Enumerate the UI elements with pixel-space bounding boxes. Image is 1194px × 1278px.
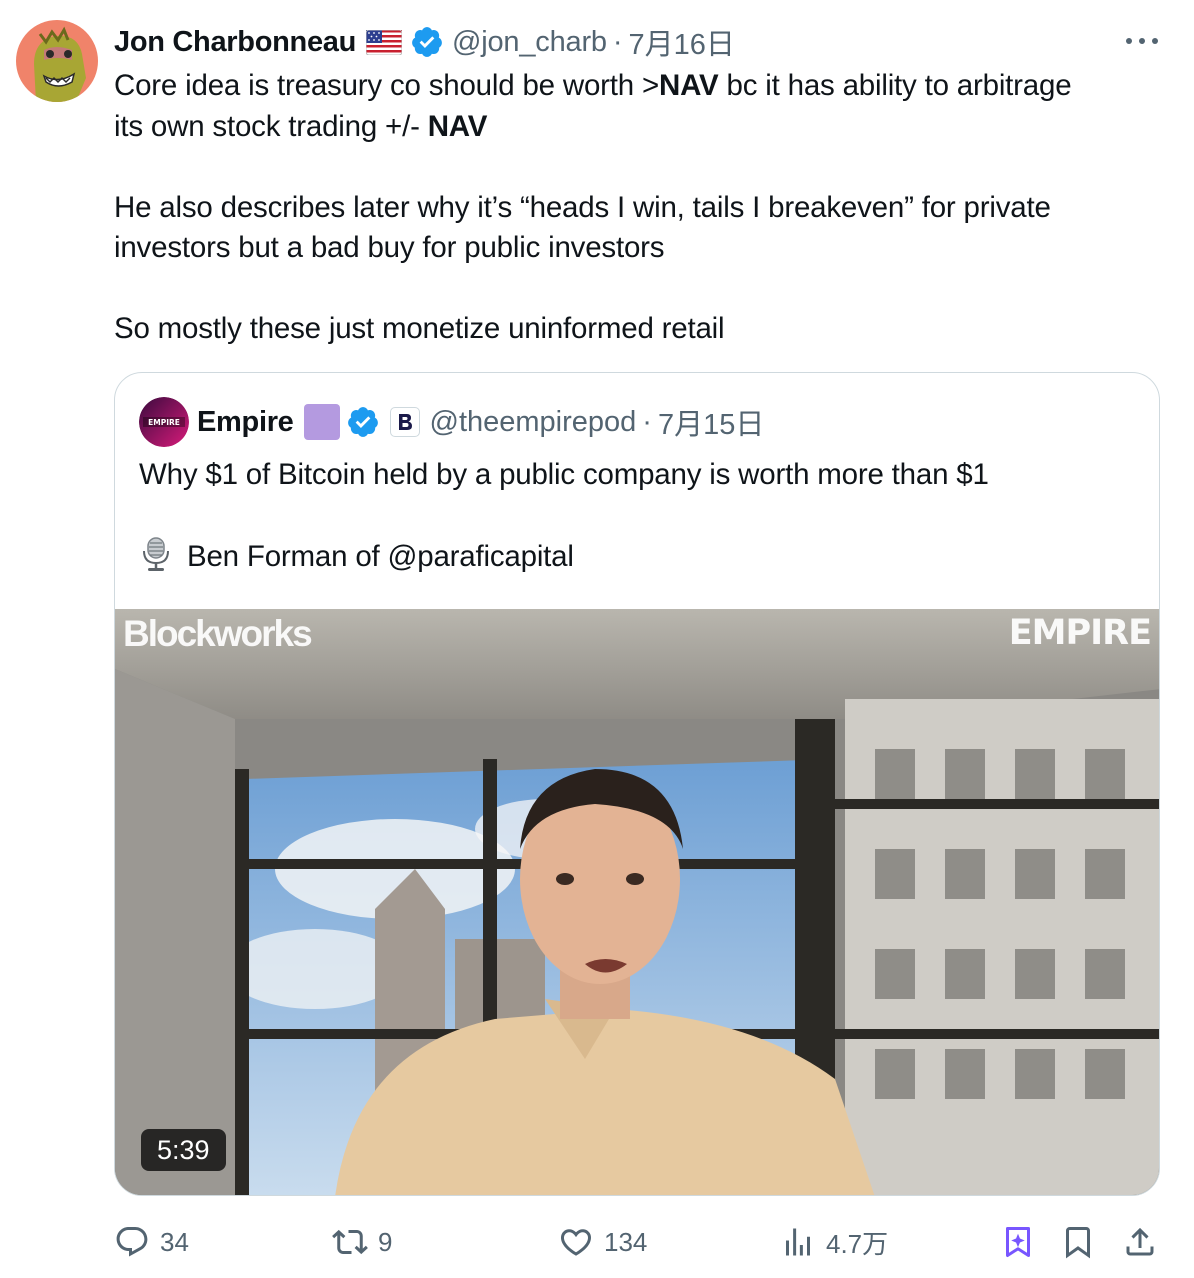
author-handle[interactable]: @jon_charb xyxy=(452,26,607,59)
quoted-tweet-header: EMPIRE Empire @theempirepod · 7月15日 xyxy=(139,397,764,447)
microphone-icon xyxy=(139,536,173,572)
empire-avatar[interactable]: EMPIRE xyxy=(139,397,189,447)
quoted-header-separator: · xyxy=(642,405,652,438)
blockworks-watermark: Blockworks xyxy=(123,613,313,654)
more-options-icon[interactable] xyxy=(1122,26,1162,56)
share-icon xyxy=(1126,1227,1154,1256)
svg-text:EMPIRE: EMPIRE xyxy=(148,418,180,427)
author-avatar[interactable] xyxy=(16,20,98,102)
reply-icon xyxy=(116,1227,148,1257)
bookmark-button[interactable] xyxy=(1060,1222,1096,1262)
verified-badge-icon[interactable] xyxy=(346,405,380,439)
tweet-header: Jon Charbonneau @jon_charb · 7月16日 xyxy=(114,22,735,62)
views-count: 4.7万 xyxy=(826,1228,889,1259)
repost-count: 9 xyxy=(378,1226,393,1257)
affiliate-square-icon xyxy=(303,404,340,440)
quoted-text-line-1: Why $1 of Bitcoin held by a public compa… xyxy=(139,458,989,491)
empire-watermark: EMPIRE xyxy=(1008,613,1152,653)
repost-icon xyxy=(332,1229,368,1255)
blockworks-affiliate-icon[interactable] xyxy=(389,407,420,437)
tweet-line-1: Core idea is treasury co should be worth… xyxy=(114,69,1072,102)
video-thumbnail xyxy=(115,609,1159,1195)
quoted-author-handle[interactable]: @theempirepod xyxy=(430,406,637,439)
reply-button[interactable]: 34 xyxy=(114,1222,189,1262)
video-duration: 5:39 xyxy=(141,1129,226,1171)
bookmark-icon xyxy=(1066,1227,1090,1259)
quoted-tweet-timestamp[interactable]: 7月15日 xyxy=(658,401,764,443)
grok-bookmark-icon xyxy=(1006,1227,1030,1257)
video-player[interactable]: Blockworks EMPIRE 5:39 xyxy=(115,609,1159,1195)
tweet-timestamp[interactable]: 7月16日 xyxy=(629,21,735,63)
tweet-action-bar: 34 9 134 4.7万 xyxy=(114,1222,1164,1262)
repost-button[interactable]: 9 xyxy=(332,1222,392,1262)
us-flag-icon xyxy=(365,29,403,55)
grok-button[interactable] xyxy=(1000,1222,1036,1262)
tweet-paragraph-3: So mostly these just monetize uninformed… xyxy=(114,312,725,345)
like-count: 134 xyxy=(604,1226,648,1257)
tweet-line-2: its own stock trading +/- NAV xyxy=(114,109,488,143)
author-name[interactable]: Jon Charbonneau xyxy=(114,26,356,59)
quoted-text-line-2: Ben Forman of @paraficapital xyxy=(139,536,1139,578)
reply-count: 34 xyxy=(160,1226,189,1257)
tweet-paragraph-2: He also describes later why it’s “heads … xyxy=(114,190,1051,265)
header-separator: · xyxy=(612,25,623,58)
views-button[interactable]: 4.7万 xyxy=(780,1222,888,1262)
heart-icon xyxy=(560,1229,592,1256)
verified-badge-icon[interactable] xyxy=(410,25,444,59)
quoted-tweet[interactable]: EMPIRE Empire @theempirepod · 7月15日 Why … xyxy=(114,372,1160,1196)
tweet-text: Core idea is treasury co should be worth… xyxy=(114,66,1174,350)
quoted-author-name[interactable]: Empire xyxy=(197,406,294,439)
like-button[interactable]: 134 xyxy=(558,1222,647,1262)
analytics-icon xyxy=(786,1228,810,1256)
share-button[interactable] xyxy=(1122,1222,1158,1262)
quoted-tweet-text: Why $1 of Bitcoin held by a public compa… xyxy=(139,455,1139,578)
